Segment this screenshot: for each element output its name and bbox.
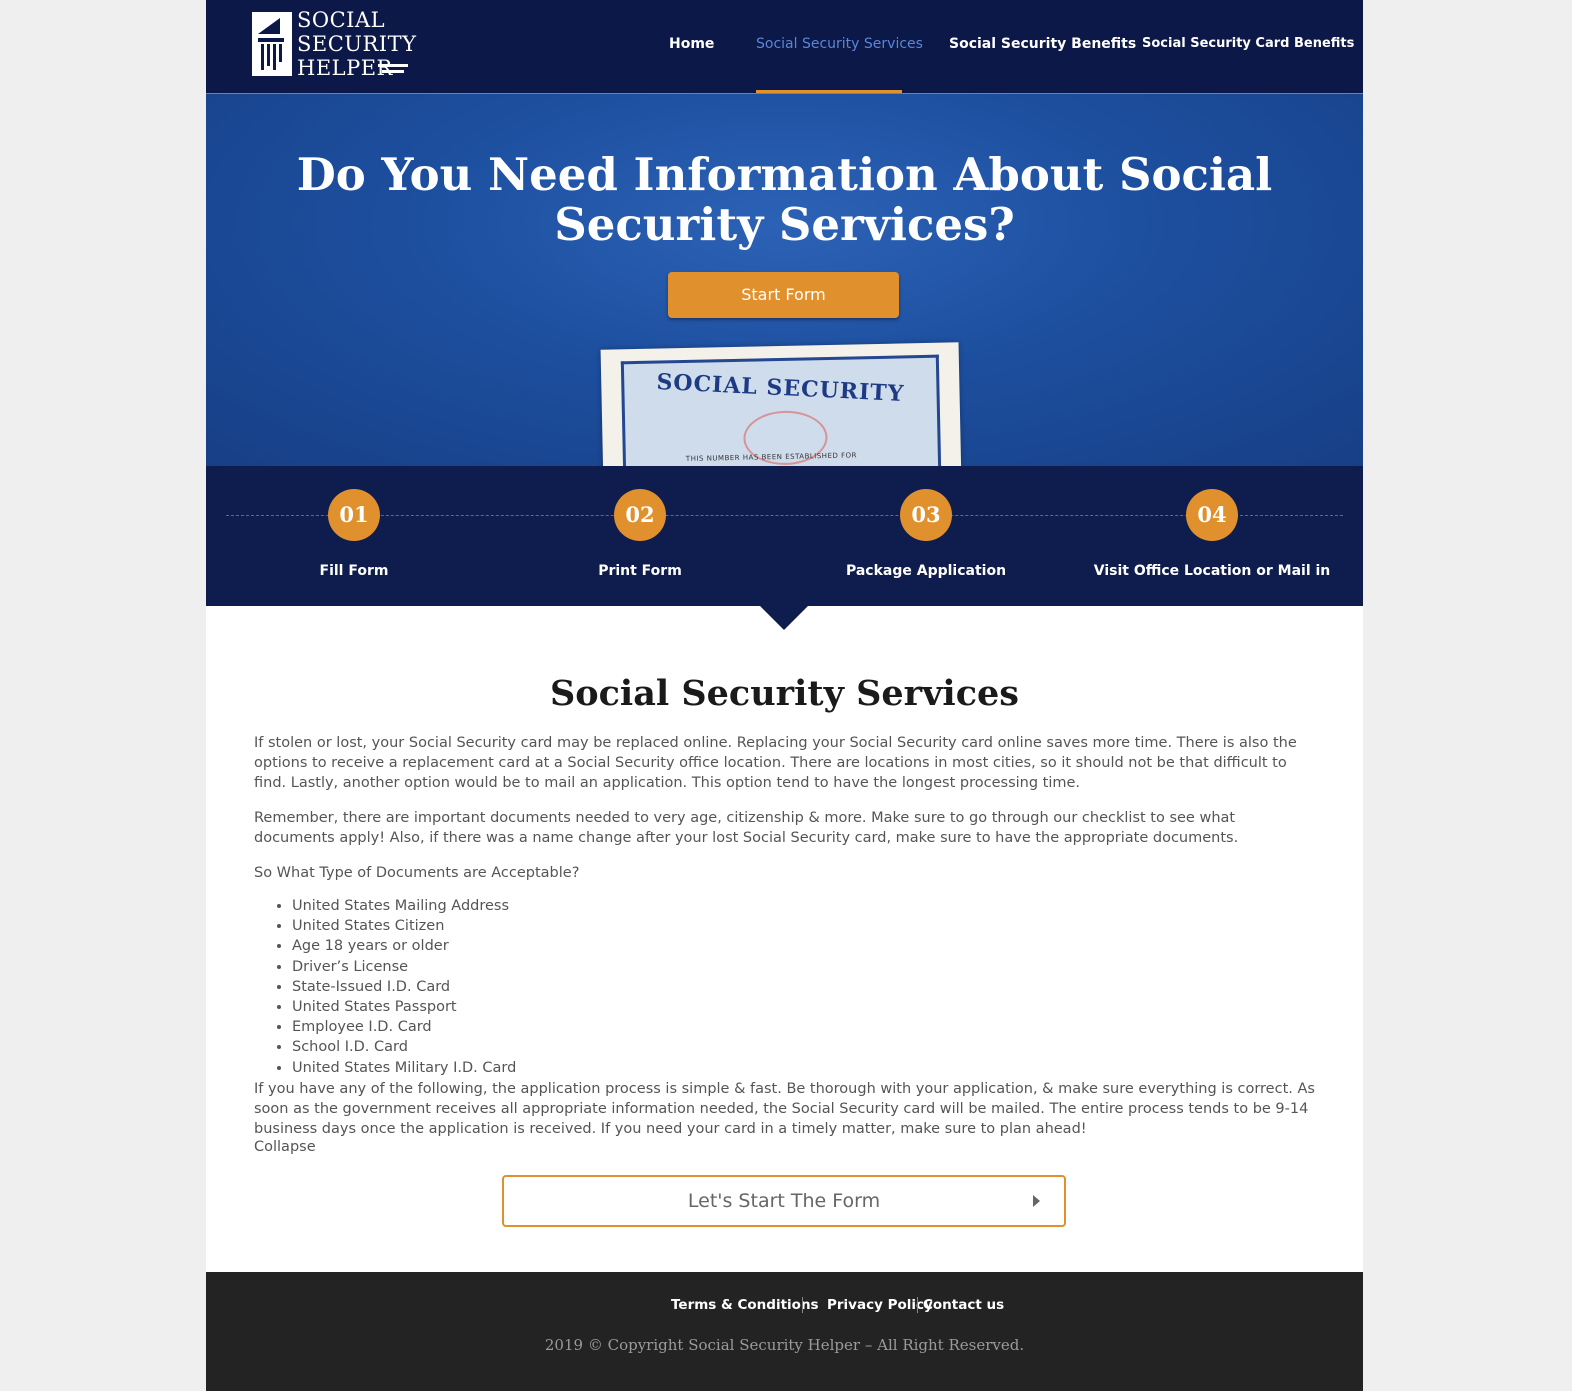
documents-paragraph: Remember, there are important documents … bbox=[254, 810, 1239, 846]
card-frame: SOCIAL SECURITY THIS NUMBER HAS BEEN EST… bbox=[620, 354, 942, 466]
nav-social-security-services[interactable]: Social Security Services bbox=[756, 36, 923, 52]
site-footer: Terms & Conditions Privacy Policy Contac… bbox=[206, 1272, 1363, 1391]
step-label: Fill Form bbox=[319, 563, 389, 579]
hero-title: Do You Need Information About Social Sec… bbox=[296, 148, 1273, 251]
page: SOCIAL SECURITY HELPER Home Social Secur… bbox=[206, 0, 1363, 1391]
nav-home[interactable]: Home bbox=[669, 36, 714, 52]
list-item: United States Military I.D. Card bbox=[292, 1058, 516, 1078]
list-item: United States Passport bbox=[292, 997, 516, 1017]
nav-active-indicator bbox=[756, 90, 902, 93]
lets-start-form-button[interactable]: Let's Start The Form bbox=[502, 1175, 1066, 1227]
process-paragraph: If you have any of the following, the ap… bbox=[254, 1081, 1315, 1137]
step-number: 01 bbox=[328, 489, 380, 541]
start-form-button[interactable]: Start Form bbox=[668, 272, 899, 318]
list-item: State-Issued I.D. Card bbox=[292, 977, 516, 997]
steps-bar: 01 Fill Form 02 Print Form 03 Package Ap… bbox=[206, 466, 1363, 606]
main-nav: Home Social Security Services Social Sec… bbox=[206, 0, 1363, 93]
collapse-link[interactable]: Collapse bbox=[254, 1139, 316, 1155]
nav-social-security-benefits[interactable]: Social Security Benefits bbox=[949, 36, 1136, 52]
step-number: 03 bbox=[900, 489, 952, 541]
footer-divider bbox=[917, 1297, 918, 1313]
footer-divider bbox=[802, 1297, 803, 1313]
step-2: 02 Print Form bbox=[497, 466, 783, 606]
step-4: 04 Visit Office Location or Mail in bbox=[1069, 466, 1355, 606]
steps-pointer-arrow bbox=[760, 606, 808, 630]
list-item: Driver’s License bbox=[292, 957, 516, 977]
site-header: SOCIAL SECURITY HELPER Home Social Secur… bbox=[206, 0, 1363, 94]
caret-right-icon bbox=[1033, 1195, 1040, 1207]
footer-contact-link[interactable]: Contact us bbox=[923, 1297, 1004, 1313]
list-item: Employee I.D. Card bbox=[292, 1017, 516, 1037]
copyright-text: 2019 © Copyright Social Security Helper … bbox=[544, 1336, 1025, 1354]
step-number: 04 bbox=[1186, 489, 1238, 541]
step-3: 03 Package Application bbox=[783, 466, 1069, 606]
section-title: Social Security Services bbox=[549, 673, 1019, 714]
step-1: 01 Fill Form bbox=[211, 466, 497, 606]
intro-paragraph: If stolen or lost, your Social Security … bbox=[254, 735, 1297, 791]
nav-social-security-card-benefits[interactable]: Social Security Card Benefits bbox=[1142, 36, 1354, 51]
hero-banner: Do You Need Information About Social Sec… bbox=[206, 94, 1363, 466]
step-label: Print Form bbox=[598, 563, 682, 579]
documents-list: United States Mailing Address United Sta… bbox=[254, 896, 516, 1078]
documents-question: So What Type of Documents are Acceptable… bbox=[254, 865, 580, 881]
social-security-card-image: SOCIAL SECURITY THIS NUMBER HAS BEEN EST… bbox=[600, 342, 962, 466]
list-item: United States Mailing Address bbox=[292, 896, 516, 916]
step-label: Package Application bbox=[845, 563, 1007, 579]
card-title: SOCIAL SECURITY bbox=[655, 368, 905, 408]
list-item: School I.D. Card bbox=[292, 1037, 516, 1057]
list-item: United States Citizen bbox=[292, 916, 516, 936]
footer-terms-link[interactable]: Terms & Conditions bbox=[671, 1297, 819, 1313]
step-number: 02 bbox=[614, 489, 666, 541]
list-item: Age 18 years or older bbox=[292, 936, 516, 956]
step-label: Visit Office Location or Mail in bbox=[1093, 563, 1331, 579]
form-button-label: Let's Start The Form bbox=[687, 1190, 881, 1212]
